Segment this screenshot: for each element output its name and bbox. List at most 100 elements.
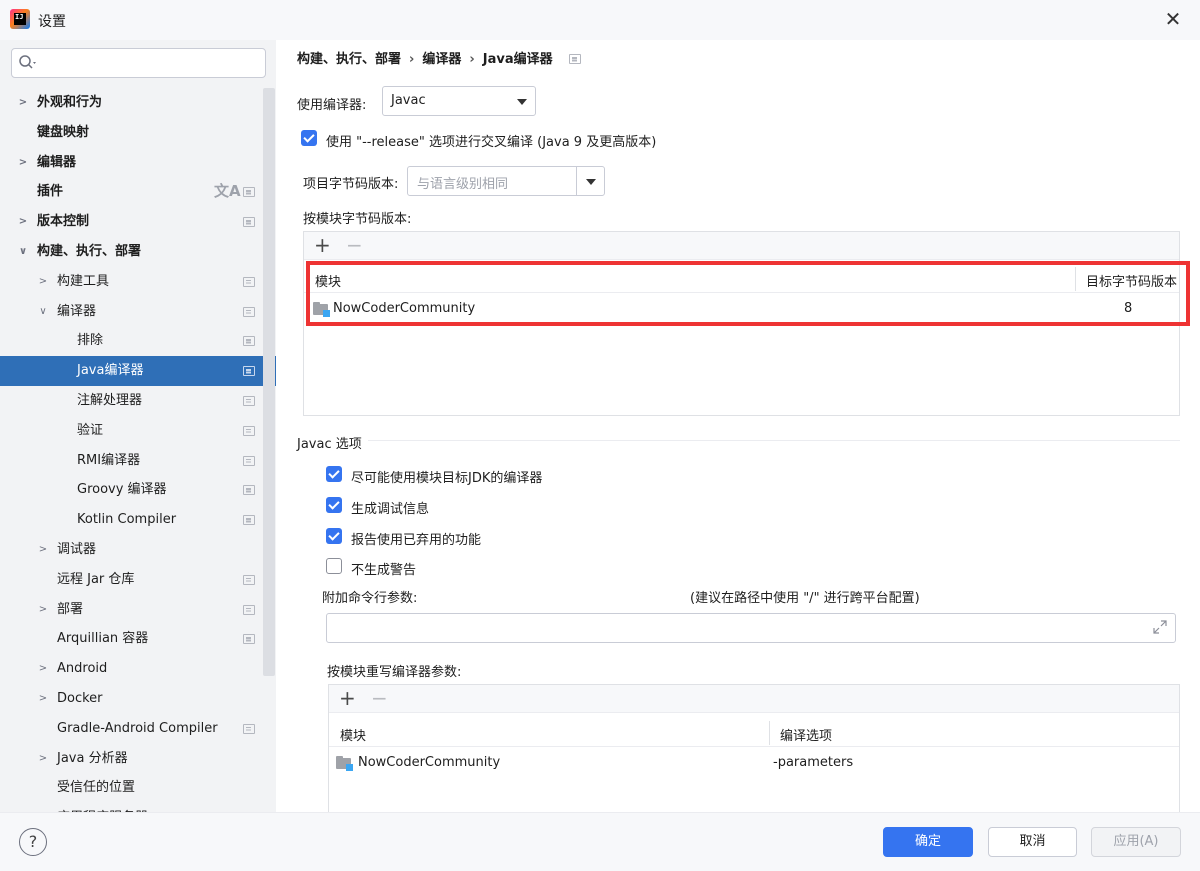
- sidebar-item-gradle-android[interactable]: Gradle-Android Compiler: [0, 714, 276, 744]
- page-settings-icon: [243, 515, 255, 526]
- window-title: 设置: [38, 14, 66, 30]
- help-button[interactable]: ?: [19, 828, 47, 856]
- javac-option-checkbox[interactable]: [326, 528, 342, 544]
- compiler-select[interactable]: Javac: [382, 86, 536, 116]
- module-folder-icon: [336, 756, 353, 771]
- column-module[interactable]: 模块: [315, 271, 341, 290]
- sidebar-item-deployment[interactable]: > 部署: [0, 595, 276, 625]
- bytecode-toolbar: + −: [304, 232, 1179, 260]
- sidebar-item-vcs[interactable]: > 版本控制: [0, 207, 276, 237]
- column-target-bytecode[interactable]: 目标字节码版本: [1086, 271, 1177, 290]
- override-toolbar: + −: [329, 685, 1179, 713]
- page-settings-icon: [243, 276, 255, 287]
- cmdline-label: 附加命令行参数:: [322, 591, 418, 606]
- chevron-right-icon: >: [18, 97, 28, 108]
- settings-sidebar: > 外观和行为 键盘映射 > 编辑器 插件 文A > 版本控制 ∨ 构建、执行、…: [0, 40, 276, 812]
- settings-main-panel: 构建、执行、部署 › 编译器 › Java编译器 使用编译器: Javac 使用 "--…: [276, 40, 1200, 812]
- sidebar-item-validation[interactable]: 验证: [0, 416, 276, 446]
- use-compiler-label: 使用编译器:: [297, 98, 367, 113]
- chevron-right-icon: >: [38, 603, 48, 615]
- expand-icon[interactable]: [1153, 620, 1167, 634]
- breadcrumb-java-compiler: Java编译器: [482, 52, 553, 67]
- module-folder-icon: [313, 302, 330, 317]
- sidebar-item-arquillian[interactable]: Arquillian 容器: [0, 624, 276, 654]
- cmdline-input[interactable]: [326, 613, 1176, 643]
- sidebar-item-remote-jar[interactable]: 远程 Jar 仓库: [0, 565, 276, 595]
- javac-option-label: 尽可能使用模块目标JDK的编译器: [351, 471, 543, 486]
- sidebar-item-excludes[interactable]: 排除: [0, 326, 276, 356]
- page-settings-icon: [243, 574, 255, 585]
- ok-button[interactable]: 确定: [883, 827, 973, 857]
- settings-tree: > 外观和行为 键盘映射 > 编辑器 插件 文A > 版本控制 ∨ 构建、执行、…: [0, 88, 276, 812]
- sidebar-item-plugins[interactable]: 插件 文A: [0, 177, 276, 207]
- chevron-right-icon: >: [18, 216, 28, 228]
- column-module[interactable]: 模块: [340, 725, 366, 744]
- chevron-right-icon: >: [38, 752, 48, 764]
- javac-option-checkbox[interactable]: [326, 466, 342, 482]
- page-settings-icon: [243, 425, 255, 436]
- add-button[interactable]: +: [314, 234, 331, 256]
- sidebar-scrollbar[interactable]: [263, 88, 275, 676]
- javac-section-title: Javac 选项: [297, 437, 362, 452]
- close-icon[interactable]: ✕: [1160, 6, 1186, 32]
- page-settings-icon: [243, 217, 255, 228]
- bytecode-table-panel: + − 模块 目标字节码版本 NowCoderCommunity 8: [303, 231, 1180, 416]
- chevron-right-icon: >: [38, 663, 48, 675]
- sidebar-item-debugger[interactable]: > 调试器: [0, 535, 276, 565]
- apply-button[interactable]: 应用(A): [1091, 827, 1181, 857]
- sidebar-item-kotlin-compiler[interactable]: Kotlin Compiler: [0, 505, 276, 535]
- javac-option-label: 生成调试信息: [351, 502, 430, 517]
- table-row[interactable]: NowCoderCommunity 8: [304, 294, 1179, 324]
- override-table-header: 模块 编译选项: [329, 719, 1179, 747]
- sidebar-item-build[interactable]: ∨ 构建、执行、部署: [0, 237, 276, 267]
- page-settings-icon: [243, 306, 255, 317]
- sidebar-item-java-compiler[interactable]: Java编译器: [0, 356, 276, 386]
- sidebar-item-build-tools[interactable]: > 构建工具: [0, 267, 276, 297]
- sidebar-item-groovy-compiler[interactable]: Groovy 编译器: [0, 475, 276, 505]
- page-settings-icon: [243, 485, 255, 496]
- javac-option-checkbox[interactable]: [326, 558, 342, 574]
- section-divider: [368, 440, 1180, 441]
- page-settings-icon: [243, 395, 255, 406]
- chevron-down-icon: ∨: [39, 305, 47, 317]
- remove-button[interactable]: −: [371, 687, 388, 709]
- override-label: 按模块重写编译器参数:: [327, 665, 462, 680]
- breadcrumb-build[interactable]: 构建、执行、部署: [297, 52, 401, 67]
- sidebar-item-android[interactable]: > Android: [0, 654, 276, 684]
- sidebar-item-appearance[interactable]: > 外观和行为: [0, 88, 276, 118]
- intellij-logo-icon: IJ: [10, 9, 30, 29]
- javac-option-checkbox[interactable]: [326, 497, 342, 513]
- chevron-right-icon: >: [18, 156, 28, 168]
- table-row[interactable]: NowCoderCommunity -parameters: [329, 748, 1179, 778]
- project-bytecode-label: 项目字节码版本:: [303, 177, 399, 192]
- cancel-button[interactable]: 取消: [988, 827, 1077, 857]
- release-option-checkbox[interactable]: [301, 130, 317, 146]
- breadcrumb-compiler[interactable]: 编译器: [422, 52, 461, 67]
- remove-button[interactable]: −: [346, 234, 363, 256]
- sidebar-item-java-profiler[interactable]: > Java 分析器: [0, 744, 276, 774]
- translate-icon: 文A: [214, 182, 241, 201]
- sidebar-item-compiler[interactable]: ∨ 编译器: [0, 297, 276, 327]
- sidebar-item-app-servers[interactable]: 应用程序服务器: [0, 803, 276, 812]
- column-compile-options[interactable]: 编译选项: [780, 725, 832, 744]
- dropdown-arrow-icon: [517, 99, 527, 105]
- sidebar-item-rmi-compiler[interactable]: RMI编译器: [0, 446, 276, 476]
- page-settings-icon: [243, 336, 255, 347]
- search-input[interactable]: [11, 48, 266, 78]
- page-settings-icon: [243, 604, 255, 615]
- sidebar-item-annotation-processors[interactable]: 注解处理器: [0, 386, 276, 416]
- page-settings-icon: [243, 187, 255, 198]
- javac-option-label: 报告使用已弃用的功能: [351, 533, 482, 548]
- project-bytecode-select[interactable]: 与语言级别相同: [407, 166, 605, 196]
- page-settings-icon: [243, 634, 255, 645]
- add-button[interactable]: +: [339, 687, 356, 709]
- sidebar-item-trusted-locations[interactable]: 受信任的位置: [0, 773, 276, 803]
- sidebar-item-keymap[interactable]: 键盘映射: [0, 118, 276, 148]
- chevron-right-icon: >: [38, 692, 48, 704]
- bytecode-table-header: 模块 目标字节码版本: [304, 265, 1179, 293]
- search-icon: [19, 55, 36, 69]
- sidebar-item-editor[interactable]: > 编辑器: [0, 148, 276, 178]
- chevron-down-icon: ∨: [18, 245, 28, 257]
- sidebar-item-docker[interactable]: > Docker: [0, 684, 276, 714]
- page-settings-icon: [568, 54, 581, 64]
